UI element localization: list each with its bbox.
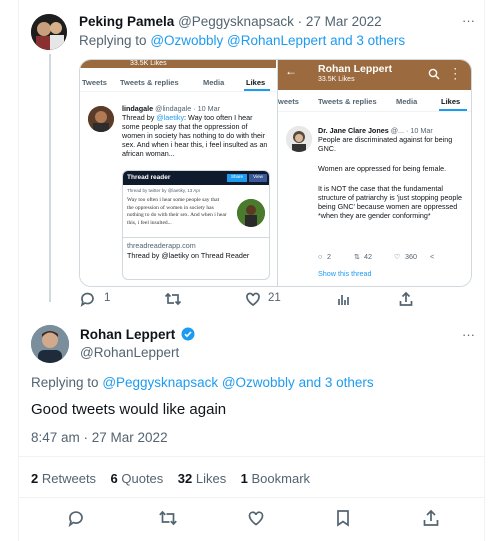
reply-header: Peking Pamela @Peggysknapsack · 27 Mar 2… — [79, 14, 382, 29]
more-icon[interactable]: ··· — [462, 13, 475, 28]
divider — [19, 497, 485, 498]
back-arrow-icon: ← — [285, 64, 297, 78]
analytics-icon[interactable] — [336, 291, 352, 307]
retweet-icon[interactable] — [164, 291, 182, 307]
embedded-paragraph: It is NOT the case that the fundamental … — [318, 184, 462, 220]
avatar — [88, 106, 114, 132]
header-likes: 33.5K Likes — [130, 60, 167, 67]
link-domain: threadreaderapp.com — [127, 241, 196, 250]
embedded-tweet-text: Dr. Jane Clare Jones @... · 10 Mar Peopl… — [318, 126, 453, 153]
tweet-text: Good tweets would like again — [31, 401, 227, 418]
reader-quote: Way too often i hear some people say tha… — [127, 197, 227, 226]
image-right: ← Rohan Leppert 33.5K Likes ··· Tweets T… — [277, 60, 471, 286]
avatar — [286, 126, 312, 152]
more-icon[interactable]: ··· — [462, 327, 475, 342]
main-actions — [19, 507, 485, 529]
tweet-date[interactable]: 27 Mar 2022 — [306, 14, 382, 29]
replying-to: Replying to @Peggysknapsack @Ozwobbly an… — [31, 375, 374, 390]
tab-replies: Tweets & replies — [120, 78, 179, 87]
verified-badge-icon — [181, 327, 195, 341]
author-name[interactable]: Peking Pamela — [79, 14, 174, 29]
reply-icon[interactable] — [67, 509, 85, 527]
share-icon[interactable] — [398, 291, 414, 307]
reply-actions: 1 21 — [79, 290, 469, 310]
link-card: Thread reader Share View Thread by twitt… — [122, 170, 270, 280]
author-handle[interactable]: @RohanLeppert — [80, 345, 179, 360]
avatar-image — [31, 325, 69, 363]
tab-tweets: Tweets — [278, 97, 299, 106]
retweet-icon[interactable] — [158, 509, 178, 527]
reader-label: Thread reader — [127, 174, 171, 181]
bookmark-icon[interactable] — [335, 509, 351, 527]
replying-label: Replying to — [31, 375, 99, 390]
stat-retweets[interactable]: 2 Retweets — [31, 471, 96, 486]
tweet-timestamp[interactable]: 8:47 am · 27 Mar 2022 — [31, 430, 168, 445]
image-left: 33.5K Likes Tweets Tweets & replies Medi… — [80, 60, 276, 286]
tweet-image[interactable]: 33.5K Likes Tweets Tweets & replies Medi… — [79, 59, 472, 287]
avatar[interactable] — [31, 14, 67, 50]
reply-count: 1 — [104, 292, 111, 304]
share-icon[interactable] — [422, 509, 440, 527]
tab-media: Media — [203, 78, 225, 87]
author-name[interactable]: Rohan Leppert — [80, 327, 175, 342]
mention-links[interactable]: @Ozwobbly @RohanLeppert — [150, 33, 326, 48]
tab-likes: Likes — [441, 97, 461, 106]
tab-likes: Likes — [246, 78, 266, 87]
avatar[interactable] — [31, 325, 69, 363]
search-icon — [428, 68, 440, 80]
embedded-tweet-text: lindagale @lindagale · 10 Mar Thread by … — [122, 104, 268, 158]
main-author: Rohan Leppert — [80, 327, 195, 342]
thread-connector — [49, 54, 51, 302]
author-handle[interactable]: @Peggysknapsack — [178, 14, 294, 29]
header-likes: 33.5K Likes — [318, 76, 355, 83]
show-thread-link: Show this thread — [318, 269, 372, 278]
like-icon[interactable] — [245, 291, 261, 307]
stat-likes[interactable]: 32 Likes — [178, 471, 226, 486]
like-count: 21 — [268, 292, 281, 304]
reader-avatar — [237, 199, 265, 227]
stat-bookmarks[interactable]: 1 Bookmark — [241, 471, 310, 486]
mention-links[interactable]: @Peggysknapsack @Ozwobbly — [102, 375, 295, 390]
profile-tabs: Tweets Tweets & replies Media Likes — [80, 68, 276, 92]
tab-media: Media — [396, 97, 418, 106]
reply-icon[interactable] — [79, 291, 95, 307]
link-title: Thread by @laetiky on Thread Reader — [127, 251, 250, 260]
divider — [19, 456, 485, 457]
reader-view-button: View — [249, 174, 267, 182]
others-link[interactable]: and 3 others — [299, 375, 374, 390]
engagement-stats: 2 Retweets 6 Quotes 32 Likes 1 Bookmark — [31, 471, 310, 486]
header-name: Rohan Leppert — [318, 63, 393, 75]
avatar-image — [31, 14, 67, 50]
embedded-paragraph: Women are oppressed for being female. — [318, 164, 447, 173]
reader-share-button: Share — [227, 174, 247, 182]
like-icon[interactable] — [247, 509, 265, 527]
separator: · — [297, 14, 303, 29]
stat-quotes[interactable]: 6 Quotes — [111, 471, 164, 486]
replying-label: Replying to — [79, 33, 147, 48]
tab-tweets: Tweets — [82, 78, 107, 87]
profile-tabs: Tweets Tweets & replies Media Likes — [278, 90, 471, 112]
overflow-icon: · · · — [454, 64, 457, 84]
tab-replies: Tweets & replies — [318, 97, 377, 106]
replying-to: Replying to @Ozwobbly @RohanLeppert and … — [79, 33, 405, 48]
others-link[interactable]: and 3 others — [330, 33, 405, 48]
reader-subtitle: Thread by twitter by @laetiky, 13 Apr — [127, 188, 201, 193]
